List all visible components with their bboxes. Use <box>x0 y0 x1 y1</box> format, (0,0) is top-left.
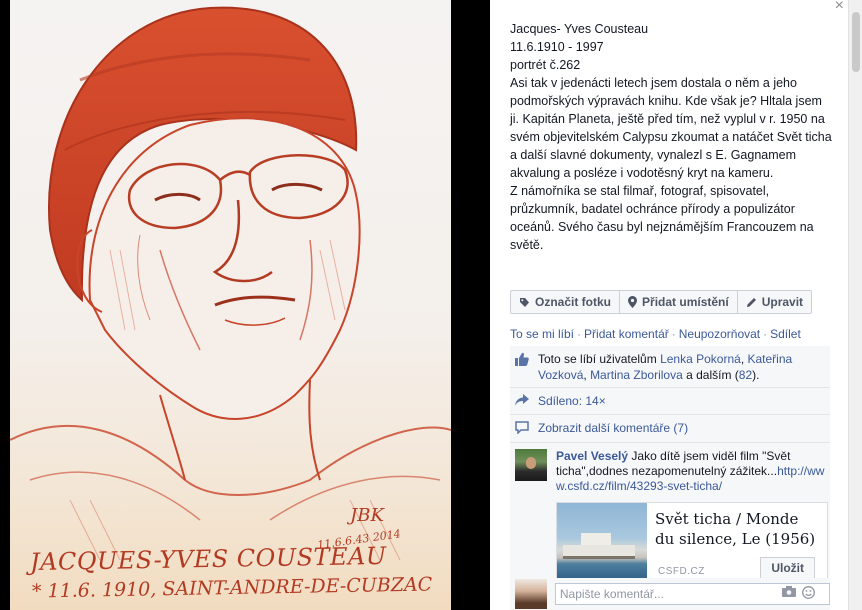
viewer-left-edge <box>0 0 10 610</box>
sketch-signature: JBK <box>350 505 384 526</box>
comment-composer <box>510 578 830 610</box>
caption-paragraph: Asi tak v jedenácti letech jsem dostala … <box>510 76 832 180</box>
more-comments-row: Zobrazit další komentáře (7) <box>510 415 830 443</box>
separator: · <box>671 327 676 341</box>
camera-icon[interactable] <box>782 586 796 602</box>
comment: Pavel Veselý Jako dítě jsem viděl film "… <box>510 443 830 590</box>
composer-icons <box>782 586 815 602</box>
edit-button[interactable]: Upravit <box>738 291 811 313</box>
photo-portrait[interactable]: JBK 11.6.6.43 2014 JACQUES-YVES COUSTEAU… <box>10 0 451 610</box>
ufi-box: Toto se líbí uživatelům Lenka Pokorná, K… <box>510 346 830 590</box>
comment-author-link[interactable]: Pavel Veselý <box>556 449 628 463</box>
photo-info-panel: × Jacques- Yves Cousteau 11.6.1910 - 199… <box>490 0 848 610</box>
likes-comma: , <box>583 368 587 382</box>
view-more-comments-link[interactable]: Zobrazit další komentáře (7) <box>538 420 688 436</box>
liker-link[interactable]: Lenka Pokorná <box>660 352 741 366</box>
share-link[interactable]: Sdílet <box>770 327 801 341</box>
likes-comma: , <box>740 352 745 366</box>
share-icon <box>515 393 531 410</box>
photo-caption: Jacques- Yves Cousteau 11.6.1910 - 1997 … <box>510 20 832 254</box>
comment-body: Pavel Veselý Jako dítě jsem viděl film "… <box>556 449 828 582</box>
save-button[interactable]: Uložit <box>760 557 815 579</box>
like-link[interactable]: To se mi líbí <box>510 327 574 341</box>
likes-suffix: ). <box>752 368 760 382</box>
link-preview-image <box>557 503 647 581</box>
viewer-gap <box>451 0 490 610</box>
close-icon[interactable]: × <box>835 0 844 15</box>
panel-scrollbar[interactable] <box>848 0 862 610</box>
liker-link[interactable]: Martina Zborilova <box>590 368 683 382</box>
add-comment-link[interactable]: Přidat komentář <box>584 327 669 341</box>
ship-illustration <box>563 533 635 559</box>
caption-paragraph: Z námořníka se stal filmař, fotograf, sp… <box>510 184 814 252</box>
likes-summary: Toto se líbí uživatelům Lenka Pokorná, K… <box>538 351 825 383</box>
avatar <box>515 579 547 609</box>
smiley-icon[interactable] <box>802 586 815 602</box>
tag-photo-button[interactable]: Označit fotku <box>511 291 621 313</box>
add-location-button[interactable]: Přidat umístění <box>620 291 738 313</box>
separator: · <box>763 327 768 341</box>
shares-row: Sdíleno: 14× <box>510 388 830 415</box>
separator: · <box>577 327 582 341</box>
link-preview-card[interactable]: Svět ticha / Monde du silence, Le (1956)… <box>556 502 828 582</box>
likes-and-more: a dalším ( <box>686 368 739 382</box>
avatar[interactable] <box>515 449 547 481</box>
edit-label: Upravit <box>761 295 804 309</box>
caption-title: Jacques- Yves Cousteau <box>510 22 649 36</box>
location-pin-icon <box>628 296 638 308</box>
pencil-icon <box>746 297 757 308</box>
tag-icon <box>519 297 530 308</box>
scrollbar-thumb[interactable] <box>852 12 860 72</box>
thumbs-up-icon <box>515 351 531 370</box>
caption-portrait-number: portrét č.262 <box>510 58 581 72</box>
comment-bubble-icon <box>515 420 531 438</box>
photo-action-bar: Označit fotku Přidat umístění Upravit <box>510 290 813 314</box>
unfollow-link[interactable]: Neupozorňovat <box>679 327 760 341</box>
sanguine-portrait-sketch <box>10 6 451 561</box>
shares-link[interactable]: Sdíleno: 14× <box>538 393 606 409</box>
link-preview-source: CSFD.CZ <box>658 566 705 577</box>
likes-row: Toto se líbí uživatelům Lenka Pokorná, K… <box>510 346 830 388</box>
add-location-label: Přidat umístění <box>642 295 729 309</box>
ufi-action-links: To se mi líbí · Přidat komentář · Neupozorňo… <box>510 327 801 341</box>
tag-photo-label: Označit fotku <box>535 295 612 309</box>
caption-dates: 11.6.1910 - 1997 <box>510 40 604 54</box>
likes-count-link[interactable]: 82 <box>739 368 752 382</box>
likes-prefix: Toto se líbí uživatelům <box>538 352 657 366</box>
